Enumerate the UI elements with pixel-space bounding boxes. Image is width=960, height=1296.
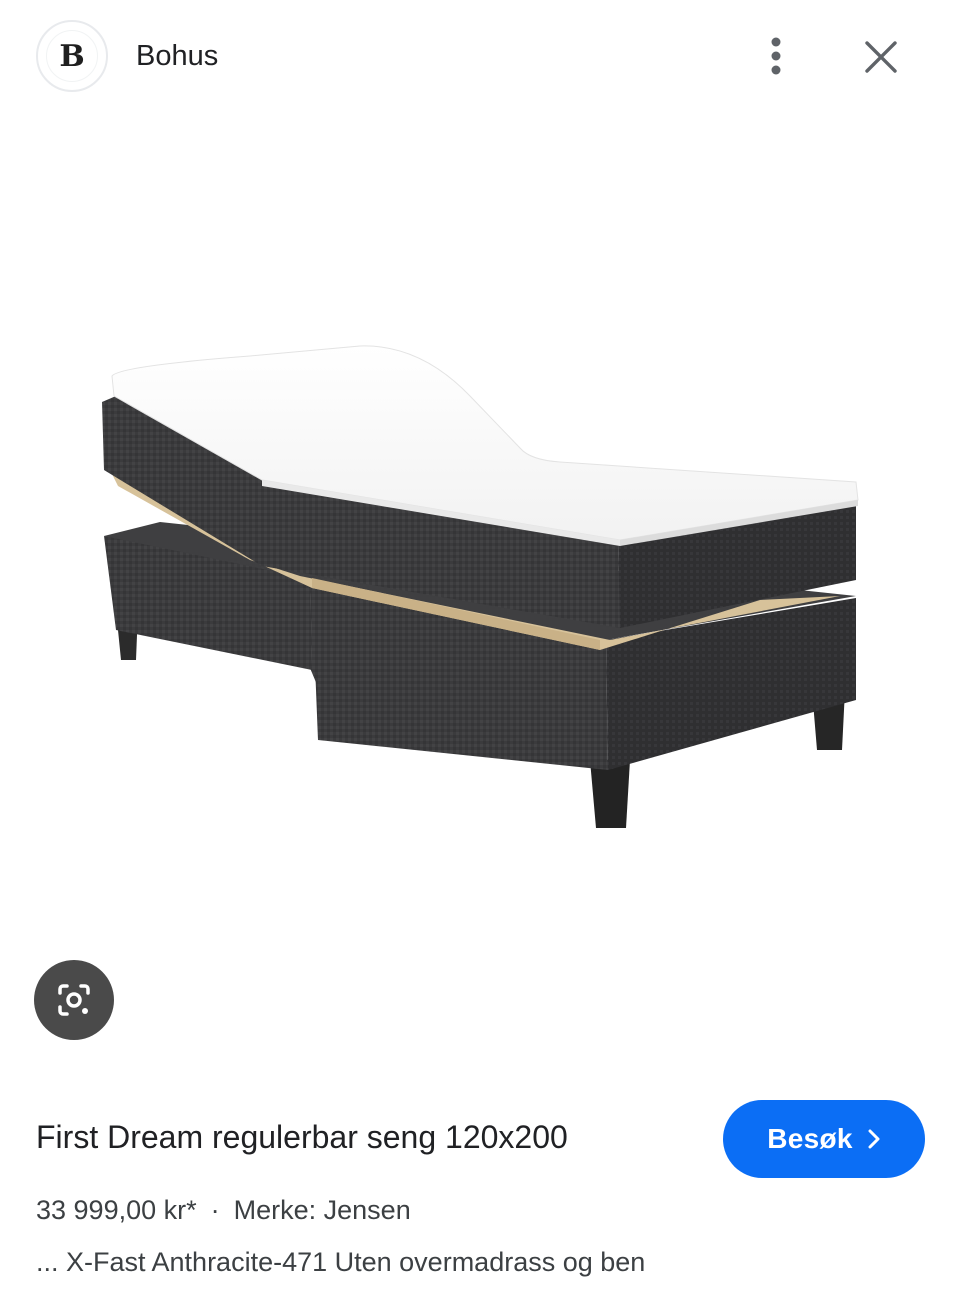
chevron-right-icon xyxy=(868,1129,880,1149)
product-title[interactable]: First Dream regulerbar seng 120x200 xyxy=(36,1114,568,1160)
logo-letter: B xyxy=(46,30,98,82)
google-lens-button[interactable] xyxy=(34,960,114,1040)
visit-button-label: Besøk xyxy=(767,1123,853,1154)
visit-button[interactable]: Besøk xyxy=(723,1100,925,1178)
product-image[interactable] xyxy=(0,120,960,1080)
product-price: 33 999,00 kr* xyxy=(36,1195,197,1225)
meta-separator: · xyxy=(210,1195,220,1225)
more-options-button[interactable] xyxy=(748,28,804,84)
close-icon xyxy=(865,41,897,73)
lens-camera-icon xyxy=(58,984,90,1016)
bed-leg-front-left xyxy=(590,760,630,828)
site-logo[interactable]: B xyxy=(36,20,108,92)
adjustable-bed-illustration xyxy=(102,345,859,828)
product-brand: Merke: Jensen xyxy=(233,1195,411,1225)
product-meta: 33 999,00 kr* · Merke: Jensen xyxy=(36,1190,411,1230)
header: B Bohus xyxy=(0,0,960,112)
site-name[interactable]: Bohus xyxy=(136,36,218,76)
product-description: ... X-Fast Anthracite-471 Uten overmadra… xyxy=(36,1247,646,1277)
more-vert-icon xyxy=(771,37,781,75)
close-button[interactable] xyxy=(852,28,910,86)
